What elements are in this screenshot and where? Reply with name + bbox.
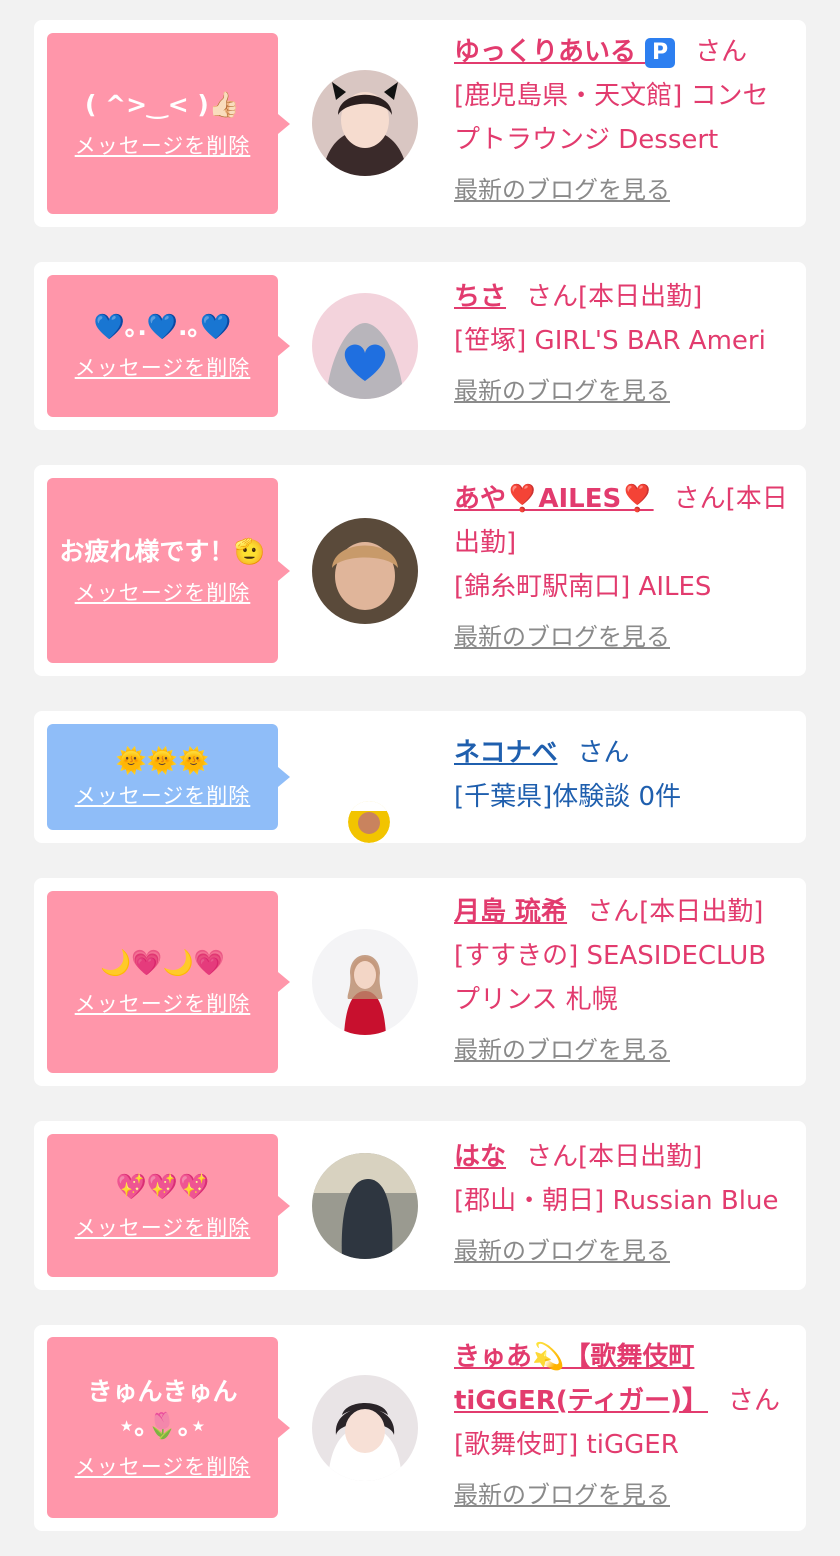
message-card: お疲れ様です！🫡 メッセージを削除 あや❣️AILES❣️ さん[本日出勤] [錦… <box>34 465 806 676</box>
delete-message-link[interactable]: メッセージを削除 <box>75 352 251 382</box>
message-card: 💖💖💖 メッセージを削除 はな さん[本日出勤] [郡山・朝日] Russian … <box>34 1121 806 1290</box>
sender-info: 月島 琉希 さん[本日出勤] [すすきの] SEASIDECLUB プリンス 札幌… <box>454 890 794 1072</box>
message-bubble: 💖💖💖 メッセージを削除 <box>47 1134 290 1277</box>
delete-message-link[interactable]: メッセージを削除 <box>75 1451 251 1481</box>
shop-name: [鹿児島県・天文館] コンセプトラウンジ Dessert <box>454 81 769 155</box>
sender-info: ネコナベ さん [千葉県]体験談 0件 <box>454 731 794 819</box>
shop-name: [錦糸町駅南口] AILES <box>454 572 712 602</box>
message-bubble: 🌙💗🌙💗 メッセージを削除 <box>47 891 290 1073</box>
san-label: さん <box>728 1386 781 1416</box>
message-text: 💖💖💖 <box>115 1171 210 1201</box>
sender-info: はな さん[本日出勤] [郡山・朝日] Russian Blue 最新のブログを見… <box>454 1135 794 1273</box>
message-card: ( ^>‿< )👍🏻 メッセージを削除 ゆっくりあいる P さん [鹿児島県・天文… <box>34 20 806 227</box>
message-card: 💙｡.💙.｡💙 メッセージを削除 ちさ さん[本日出勤] [笹塚] GIRL'S … <box>34 262 806 430</box>
sender-name-link[interactable]: ネコナベ <box>454 738 557 768</box>
message-bubble: 💙｡.💙.｡💙 メッセージを削除 <box>47 275 290 417</box>
latest-blog-link[interactable]: 最新のブログを見る <box>454 1028 670 1072</box>
san-label: さん <box>587 897 640 927</box>
message-text: 🌞🌞🌞 <box>115 746 210 775</box>
delete-message-link[interactable]: メッセージを削除 <box>75 1212 251 1242</box>
delete-message-link[interactable]: メッセージを削除 <box>75 577 251 607</box>
sender-info: ちさ さん[本日出勤] [笹塚] GIRL'S BAR Ameri 最新のブログを… <box>454 275 794 413</box>
shop-name: [笹塚] GIRL'S BAR Ameri <box>454 326 766 356</box>
girl-avatar-icon[interactable] <box>312 70 418 176</box>
latest-blog-link[interactable]: 最新のブログを見る <box>454 369 670 413</box>
shop-name: [すすきの] SEASIDECLUB プリンス 札幌 <box>454 941 767 1015</box>
latest-blog-link[interactable]: 最新のブログを見る <box>454 1229 670 1273</box>
san-label: さん <box>673 484 726 514</box>
shop-name: [郡山・朝日] Russian Blue <box>454 1186 779 1216</box>
girl-avatar-icon[interactable] <box>312 293 418 399</box>
girl-avatar-icon[interactable] <box>312 518 418 624</box>
message-card: 🌙💗🌙💗 メッセージを削除 月島 琉希 さん[本日出勤] [すすきの] SEASI… <box>34 878 806 1086</box>
san-label: さん <box>526 1142 579 1172</box>
message-bubble: きゅんきゅん ⋆｡🌷｡⋆ メッセージを削除 <box>47 1337 290 1518</box>
san-label: さん <box>695 37 748 67</box>
girl-avatar-icon[interactable] <box>312 1375 418 1481</box>
status-badge: [本日出勤] <box>578 1142 703 1172</box>
sender-name-link[interactable]: ちさ <box>454 282 506 312</box>
message-bubble: お疲れ様です！🫡 メッセージを削除 <box>47 478 290 663</box>
user-avatar-icon[interactable] <box>348 801 390 843</box>
sender-name-link[interactable]: はな <box>454 1142 506 1172</box>
message-bubble: 🌞🌞🌞 メッセージを削除 <box>47 724 290 830</box>
status-badge: [本日出勤] <box>578 282 703 312</box>
message-text: 💙｡.💙.｡💙 <box>93 312 232 341</box>
latest-blog-link[interactable]: 最新のブログを見る <box>454 168 670 212</box>
san-label: さん <box>526 282 579 312</box>
message-text: ( ^>‿< )👍🏻 <box>85 89 240 119</box>
message-text: きゅんきゅん ⋆｡🌷｡⋆ <box>87 1376 238 1440</box>
sender-name-link[interactable]: きゅあ💫【歌舞伎町tiGGER(ティガー)】 <box>454 1342 708 1416</box>
delete-message-link[interactable]: メッセージを削除 <box>75 988 251 1018</box>
sender-info: ゆっくりあいる P さん [鹿児島県・天文館] コンセプトラウンジ Dessert… <box>454 30 794 212</box>
review-count: [千葉県]体験談 0件 <box>454 782 682 812</box>
sender-info: あや❣️AILES❣️ さん[本日出勤] [錦糸町駅南口] AILES 最新のブロ… <box>454 477 794 659</box>
sender-info: きゅあ💫【歌舞伎町tiGGER(ティガー)】 さん [歌舞伎町] tiGGER 最… <box>454 1335 794 1517</box>
message-text: お疲れ様です！🫡 <box>59 536 266 566</box>
shop-name: [歌舞伎町] tiGGER <box>454 1430 679 1460</box>
message-card: きゅんきゅん ⋆｡🌷｡⋆ メッセージを削除 きゅあ💫【歌舞伎町tiGGER(ティ… <box>34 1325 806 1531</box>
message-bubble: ( ^>‿< )👍🏻 メッセージを削除 <box>47 33 290 214</box>
girl-avatar-icon[interactable] <box>312 929 418 1035</box>
delete-message-link[interactable]: メッセージを削除 <box>75 130 251 160</box>
san-label: さん <box>577 738 630 768</box>
latest-blog-link[interactable]: 最新のブログを見る <box>454 1473 670 1517</box>
sender-name-link[interactable]: あや❣️AILES❣️ <box>454 484 654 514</box>
sender-name-link[interactable]: 月島 琉希 <box>454 897 567 927</box>
message-text: 🌙💗🌙💗 <box>100 948 225 977</box>
parking-icon: P <box>645 37 676 68</box>
latest-blog-link[interactable]: 最新のブログを見る <box>454 615 670 659</box>
message-card: 🌞🌞🌞 メッセージを削除 ネコナベ さん [千葉県]体験談 0件 <box>34 711 806 843</box>
status-badge: [本日出勤] <box>639 897 764 927</box>
delete-message-link[interactable]: メッセージを削除 <box>75 780 251 810</box>
girl-avatar-icon[interactable] <box>312 1153 418 1259</box>
sender-name-link[interactable]: ゆっくりあいる P <box>454 37 676 68</box>
